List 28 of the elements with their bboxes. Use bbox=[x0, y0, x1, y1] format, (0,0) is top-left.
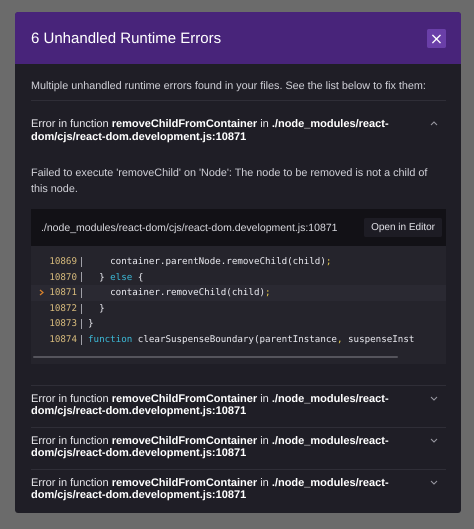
close-button[interactable]: × bbox=[427, 28, 446, 48]
line-pointer-icon bbox=[39, 289, 44, 296]
code-line: function clearSuspenseBoundary(parentInstance, suspenseInst bbox=[88, 332, 414, 347]
horizontal-scrollbar[interactable] bbox=[33, 356, 398, 358]
error-message: Failed to execute 'removeChild' on 'Node': The node to be removed is not a child of this node. bbox=[31, 166, 428, 197]
error-heading[interactable]: Error in function removeChildFromContainer in ./node_modules/react-dom/cjs/react-dom.development.js:10871 bbox=[31, 434, 391, 460]
chevron-up-icon[interactable] bbox=[430, 121, 438, 126]
open-in-editor-button[interactable]: Open in Editor bbox=[364, 218, 442, 237]
code-line: } else { bbox=[98, 270, 144, 285]
line-number: 10869 bbox=[48, 255, 78, 269]
line-number: 10870 bbox=[48, 270, 78, 285]
line-number: 10872 bbox=[48, 302, 78, 316]
code-line: container.removeChild(child); bbox=[109, 286, 271, 300]
line-number: 10871 bbox=[48, 286, 78, 300]
error-heading[interactable]: Error in function removeChildFromContainer in ./node_modules/react-dom/cjs/react-dom.development.js:10871 bbox=[31, 118, 391, 143]
code-line: } bbox=[88, 317, 94, 332]
intro-text: Multiple unhandled runtime errors found in your files. See the list below to fix them: bbox=[31, 78, 446, 101]
error-heading[interactable]: Error in function removeChildFromContainer in ./node_modules/react-dom/cjs/react-dom.development.js:10871 bbox=[31, 392, 391, 418]
code-line: } bbox=[98, 302, 105, 316]
dialog-title: 6 Unhandled Runtime Errors bbox=[31, 30, 222, 46]
chevron-down-icon[interactable] bbox=[430, 396, 438, 401]
file-path: ./node_modules/react-dom/cjs/react-dom.development.js:10871 bbox=[41, 222, 338, 234]
error-heading[interactable]: Error in function removeChildFromContainer in ./node_modules/react-dom/cjs/react-dom.development.js:10871 bbox=[31, 476, 391, 502]
chevron-down-icon[interactable] bbox=[430, 438, 438, 443]
line-number: 10874 bbox=[48, 332, 78, 347]
line-number: 10873 bbox=[48, 317, 78, 332]
chevron-down-icon[interactable] bbox=[430, 480, 438, 485]
code-line: container.parentNode.removeChild(child); bbox=[109, 255, 332, 269]
